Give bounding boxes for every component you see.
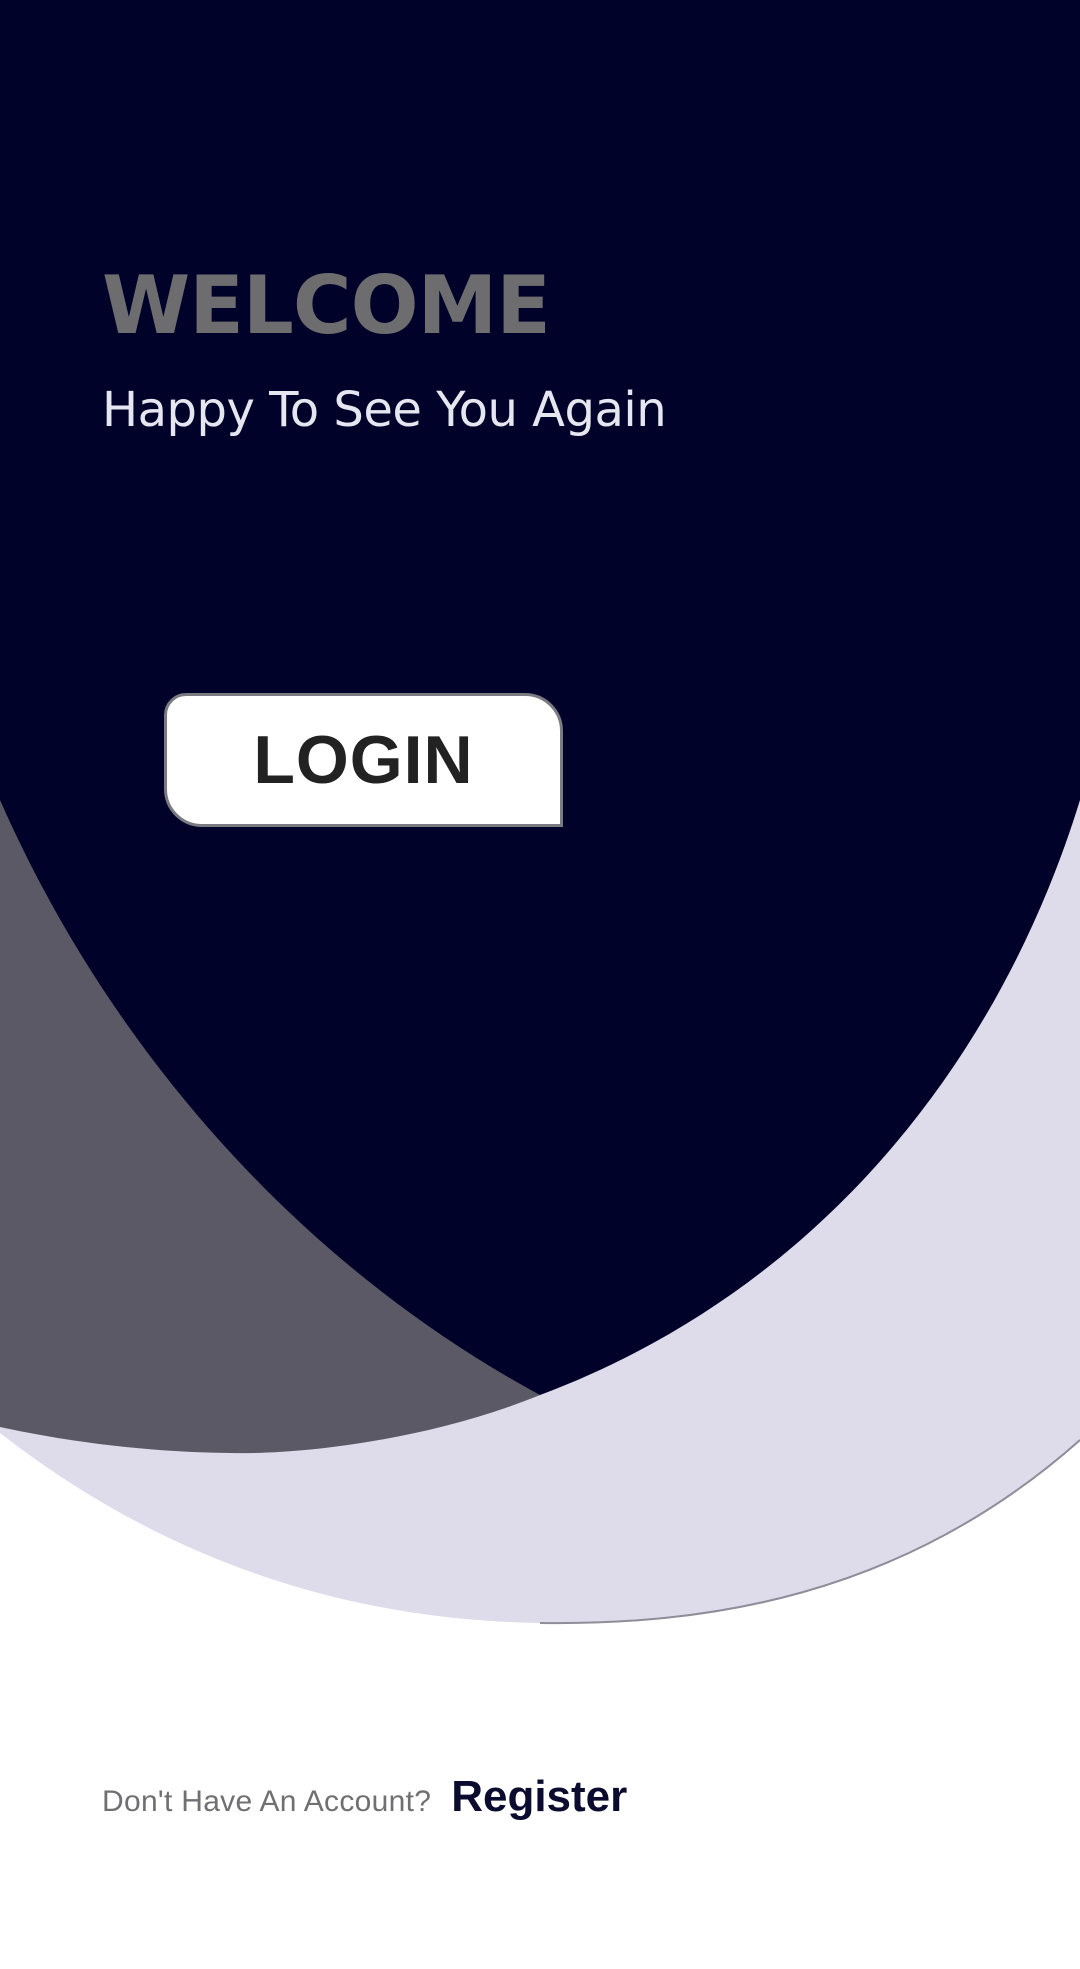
welcome-subtitle: Happy To See You Again (102, 382, 667, 438)
welcome-screen: WELCOME Happy To See You Again LOGIN Don… (0, 0, 1080, 1969)
welcome-title: WELCOME (102, 259, 551, 352)
register-row: Don't Have An Account? Register (102, 1772, 627, 1822)
register-link[interactable]: Register (451, 1772, 627, 1822)
login-button[interactable]: LOGIN (164, 693, 563, 827)
account-prompt: Don't Have An Account? (102, 1785, 432, 1818)
